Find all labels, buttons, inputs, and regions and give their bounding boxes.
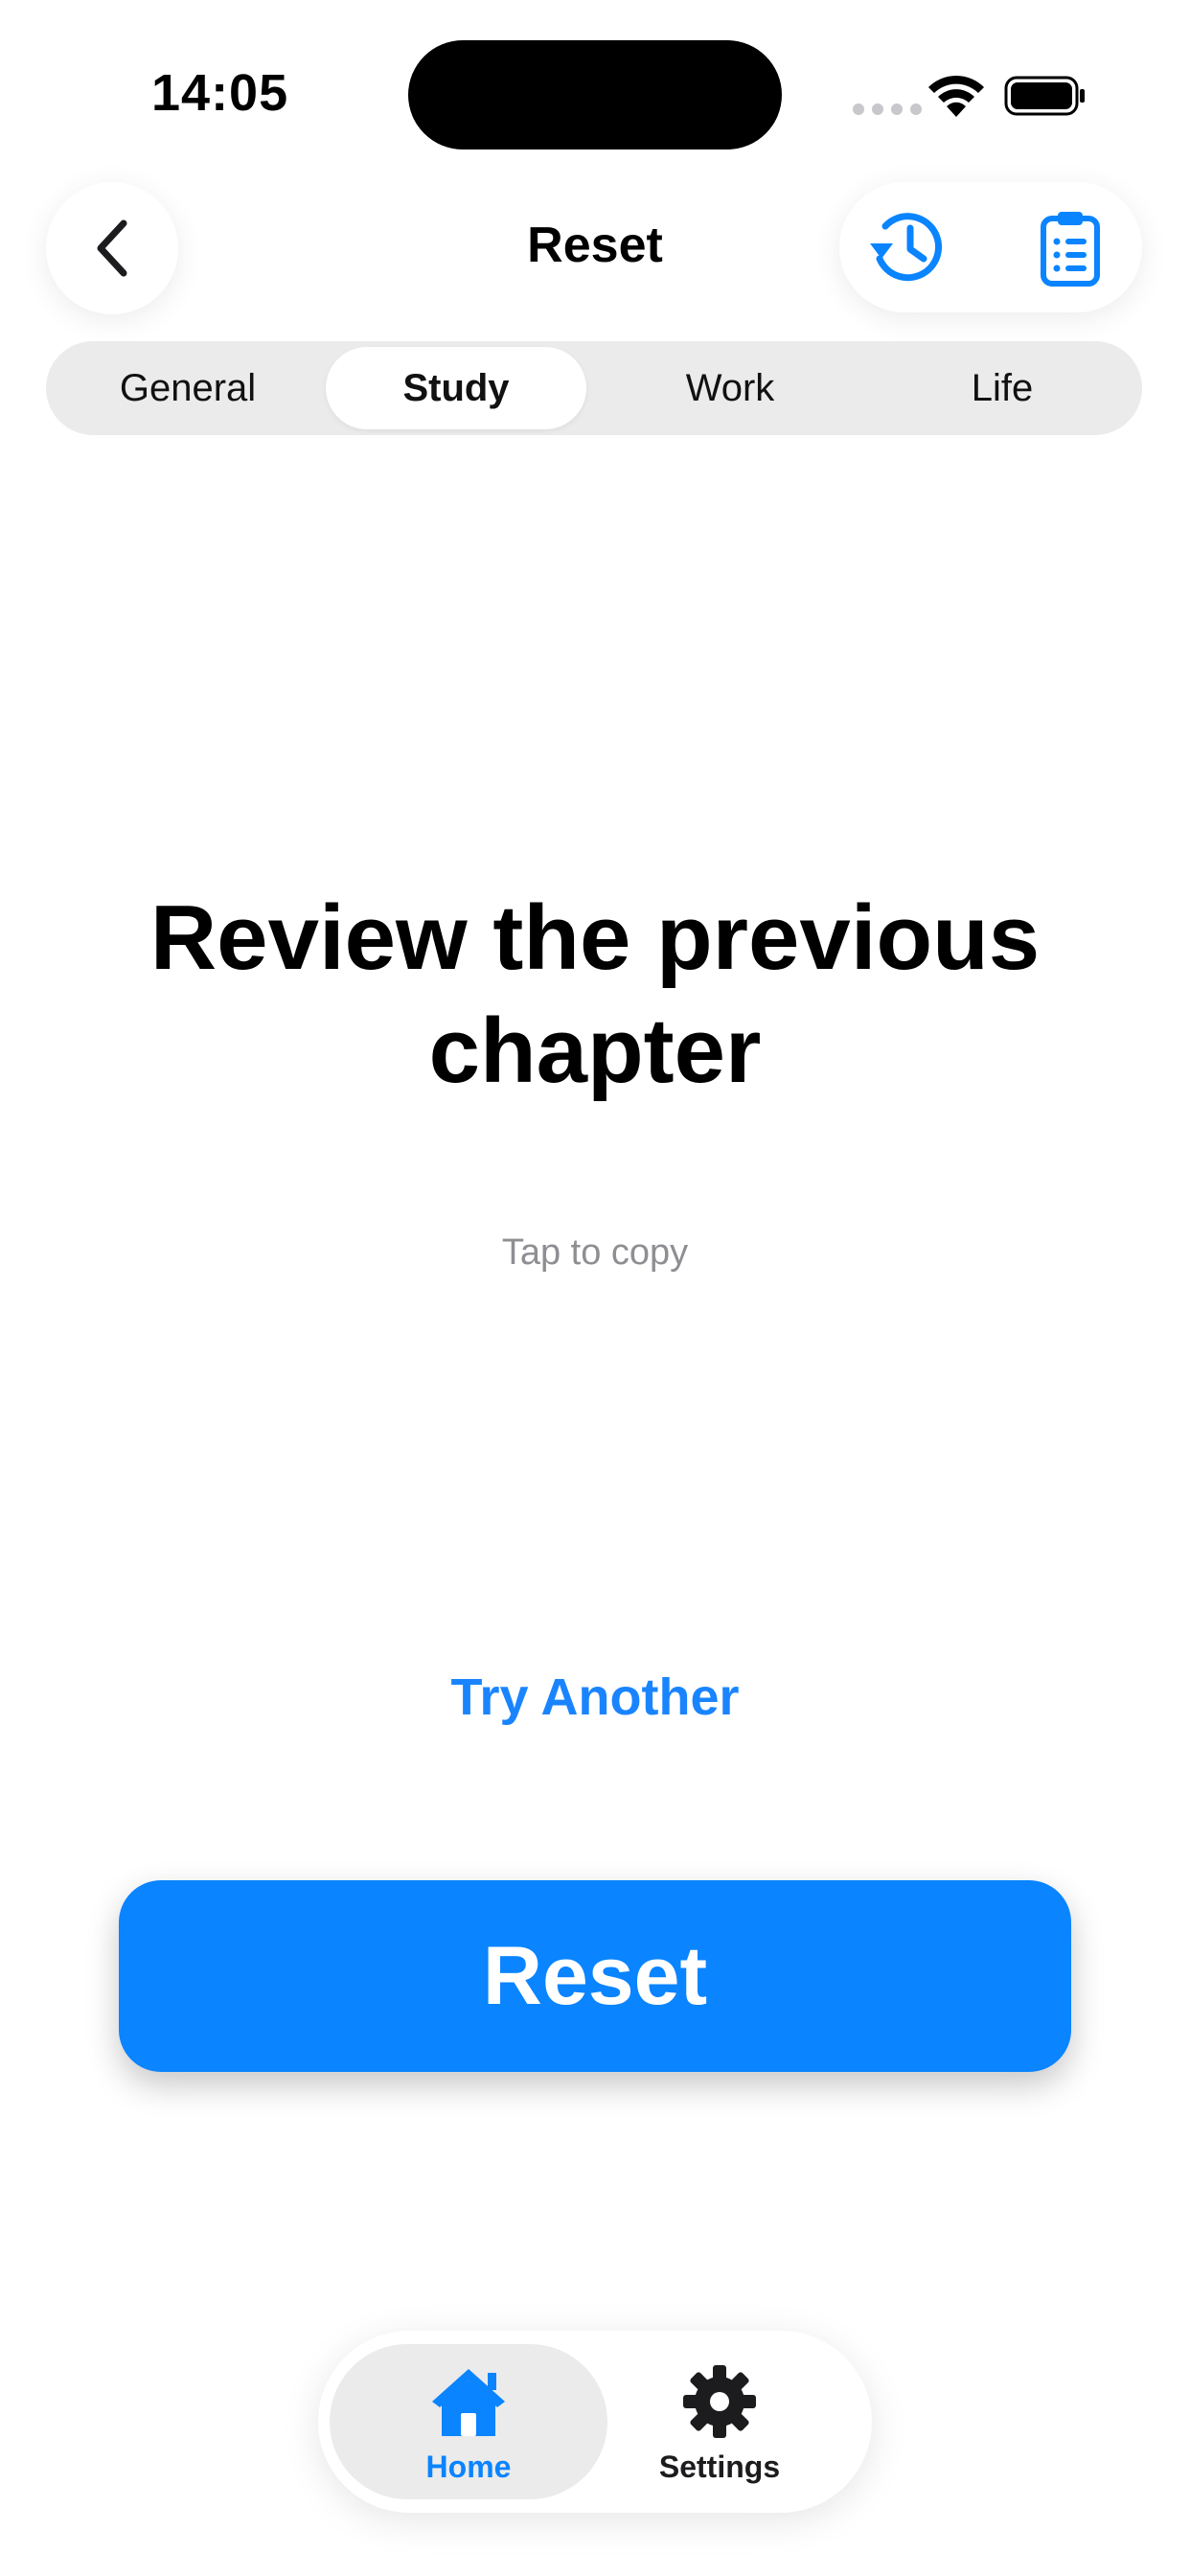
segment-work[interactable]: Work bbox=[600, 347, 860, 429]
segment-life[interactable]: Life bbox=[872, 347, 1133, 429]
gear-icon bbox=[683, 2365, 756, 2438]
tab-bar: Home Settings bbox=[318, 2331, 872, 2513]
status-time: 14:05 bbox=[151, 64, 289, 122]
battery-icon bbox=[1004, 76, 1085, 116]
house-icon bbox=[432, 2369, 505, 2436]
clipboard-list-icon bbox=[1041, 212, 1100, 287]
history-button[interactable] bbox=[866, 209, 947, 286]
back-button[interactable] bbox=[46, 182, 178, 314]
dynamic-island bbox=[408, 40, 782, 150]
tab-home-label: Home bbox=[425, 2450, 512, 2484]
tap-to-copy-hint: Tap to copy bbox=[501, 1232, 689, 1273]
clock-history-icon bbox=[870, 213, 942, 282]
reset-button[interactable]: Reset bbox=[119, 1880, 1071, 2072]
cellular-signal-icon bbox=[853, 104, 922, 115]
segment-study[interactable]: Study bbox=[326, 347, 586, 429]
segment-general[interactable]: General bbox=[57, 347, 318, 429]
nav-actions-group bbox=[839, 182, 1142, 312]
prompt-text[interactable]: Review the previous chapter bbox=[92, 882, 1098, 1108]
page-title: Reset bbox=[527, 218, 663, 273]
category-segmented-control: General Study Work Life bbox=[46, 341, 1142, 435]
clipboard-button[interactable] bbox=[1039, 209, 1102, 288]
try-another-button[interactable]: Try Another bbox=[355, 1668, 835, 1727]
wifi-icon bbox=[928, 75, 984, 117]
tab-home[interactable]: Home bbox=[330, 2344, 607, 2499]
tab-settings[interactable]: Settings bbox=[581, 2344, 858, 2499]
chevron-left-icon bbox=[97, 219, 127, 277]
tab-settings-label: Settings bbox=[658, 2450, 781, 2484]
